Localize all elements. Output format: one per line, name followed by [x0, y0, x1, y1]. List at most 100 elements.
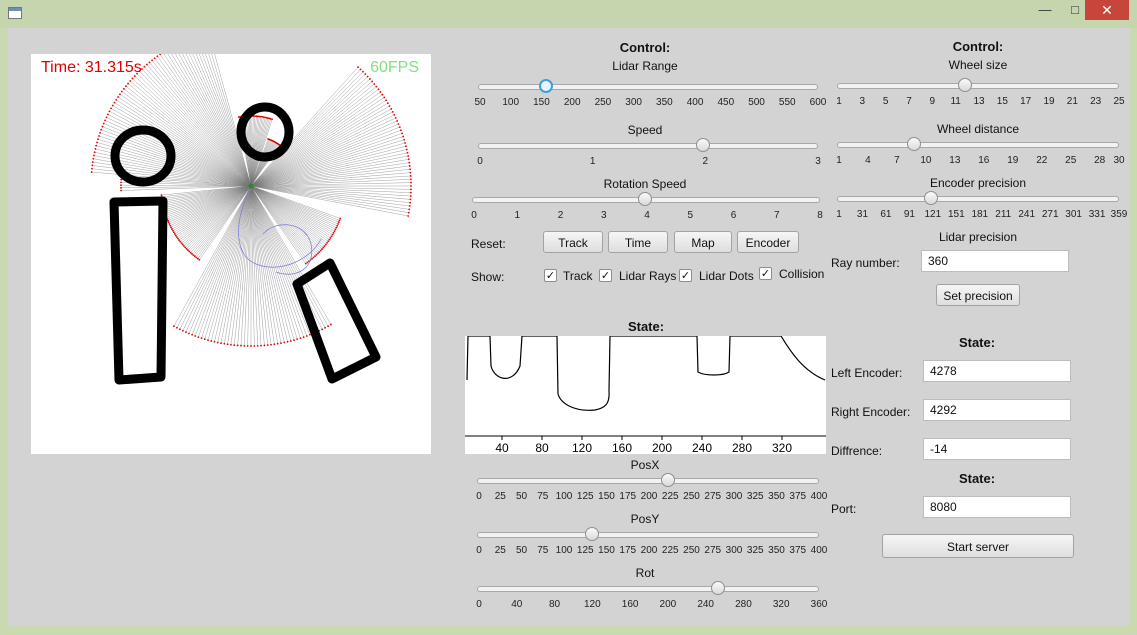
lidar-distance-plot: 40 80 120 160 200 240 280 320 — [465, 335, 826, 455]
difference-field[interactable]: -14 — [923, 438, 1071, 460]
reset-encoder-button[interactable]: Encoder — [737, 231, 799, 253]
show-track-checkbox[interactable]: ✓ — [544, 269, 557, 282]
tick-label: 300 — [725, 545, 743, 556]
rot-label: Rot — [635, 566, 655, 580]
wheel-size-label: Wheel size — [948, 58, 1008, 72]
slider-track[interactable] — [837, 196, 1119, 202]
slider-thumb[interactable] — [696, 138, 711, 152]
slider-tick-labels: 0 1 2 3 — [477, 156, 821, 168]
slider-thumb[interactable] — [907, 137, 922, 151]
x-tick-label: 40 — [495, 441, 509, 454]
tick-label: 25 — [494, 491, 506, 502]
tick-label: 7 — [906, 96, 912, 107]
obstacle-block-right — [292, 258, 381, 384]
minimize-icon[interactable]: — — [1030, 0, 1060, 20]
tick-label: 150 — [598, 545, 615, 556]
tick-label: 0 — [471, 210, 477, 221]
tick-label: 200 — [563, 97, 581, 108]
reset-time-button[interactable]: Time — [608, 231, 668, 253]
tick-label: 22 — [1036, 155, 1048, 166]
tick-label: 225 — [661, 545, 679, 556]
tick-label: 350 — [768, 491, 785, 502]
tick-label: 275 — [704, 491, 722, 502]
ray-number-input[interactable]: 360 — [921, 250, 1069, 272]
tick-label: 450 — [717, 97, 735, 108]
port-label: Port: — [831, 502, 857, 516]
tick-label: 250 — [594, 97, 612, 108]
slider-track[interactable] — [478, 143, 818, 149]
slider-tick-labels: 1 31 61 91 121 151 181 211 241 271 301 331 359 — [836, 209, 1127, 221]
show-lidar-dots-checkbox[interactable]: ✓ — [679, 269, 692, 282]
x-tick-label: 320 — [772, 441, 792, 454]
slider-thumb[interactable] — [584, 527, 599, 541]
lidar-range-label: Lidar Range — [612, 59, 678, 73]
show-lidar-rays-label: Lidar Rays — [619, 269, 677, 283]
tick-label: 4 — [865, 155, 871, 166]
show-collision-checkbox[interactable]: ✓ — [759, 267, 772, 280]
tick-label: 181 — [971, 209, 989, 220]
tick-label: 400 — [810, 545, 828, 556]
show-lidar-dots-label: Lidar Dots — [699, 269, 754, 283]
tick-label: 200 — [640, 545, 658, 556]
x-tick-label: 80 — [535, 441, 549, 454]
tick-label: 150 — [598, 491, 615, 502]
x-tick-label: 280 — [732, 441, 752, 454]
slider-track[interactable] — [837, 142, 1119, 148]
tick-label: 61 — [880, 209, 892, 220]
show-lidar-rays-checkbox[interactable]: ✓ — [599, 269, 612, 282]
tick-label: 300 — [625, 97, 642, 108]
tick-label: 21 — [1066, 96, 1078, 107]
slider-thumb[interactable] — [638, 192, 652, 206]
tick-label: 28 — [1094, 155, 1106, 166]
tick-label: 280 — [735, 599, 752, 610]
slider-track[interactable] — [478, 84, 818, 90]
slider-thumb[interactable] — [661, 473, 676, 487]
tick-label: 19 — [1043, 96, 1055, 107]
tick-label: 1 — [836, 209, 842, 220]
close-icon[interactable]: ✕ — [1085, 0, 1129, 20]
robot-icon — [248, 183, 254, 189]
tick-label: 550 — [778, 97, 796, 108]
tick-label: 3 — [815, 156, 821, 167]
right-encoder-field[interactable]: 4292 — [923, 399, 1071, 421]
simulation-canvas[interactable]: Time: 31.315s 60FPS — [31, 30, 431, 454]
slider-track[interactable] — [477, 478, 819, 484]
rotation-speed-label: Rotation Speed — [603, 177, 687, 191]
reset-track-button[interactable]: Track — [543, 231, 603, 253]
tick-label: 80 — [548, 599, 561, 610]
tick-label: 5 — [687, 210, 694, 221]
port-input[interactable]: 8080 — [923, 496, 1071, 518]
x-tick-label: 160 — [612, 441, 632, 454]
tick-label: 160 — [621, 599, 639, 610]
slider-tick-labels: 0 25 50 75 100 125 150 175 200 225 250 275 300 325 350… — [476, 545, 827, 557]
tick-label: 600 — [809, 97, 827, 108]
slider-thumb[interactable] — [923, 191, 938, 205]
reset-map-button[interactable]: Map — [674, 231, 732, 253]
slider-track[interactable] — [477, 532, 819, 538]
tick-label: 240 — [697, 599, 714, 610]
tick-label: 10 — [920, 155, 932, 166]
tick-label: 0 — [476, 491, 482, 502]
posy-label: PosY — [630, 512, 660, 526]
chart-x-axis: 40 80 120 160 200 240 280 320 — [495, 436, 792, 455]
left-encoder-field[interactable]: 4278 — [923, 360, 1071, 382]
slider-thumb[interactable] — [710, 581, 725, 595]
slider-thumb[interactable] — [958, 78, 973, 92]
tick-label: 100 — [555, 491, 573, 502]
x-tick-label: 200 — [652, 441, 672, 454]
tick-label: 100 — [502, 97, 520, 108]
slider-track[interactable] — [837, 83, 1119, 89]
slider-track[interactable] — [477, 586, 819, 592]
fps-readout: 60FPS — [370, 59, 419, 76]
lidar-precision-title: Lidar precision — [938, 230, 1018, 244]
tick-label: 359 — [1110, 209, 1128, 220]
tick-label: 375 — [789, 491, 807, 502]
set-precision-button[interactable]: Set precision — [936, 284, 1020, 306]
tick-label: 325 — [746, 491, 764, 502]
tick-label: 31 — [856, 209, 869, 220]
start-server-button[interactable]: Start server — [882, 534, 1074, 558]
tick-label: 50 — [474, 97, 486, 108]
slider-thumb[interactable] — [538, 79, 553, 93]
tick-label: 350 — [768, 545, 785, 556]
tick-label: 16 — [978, 155, 990, 166]
